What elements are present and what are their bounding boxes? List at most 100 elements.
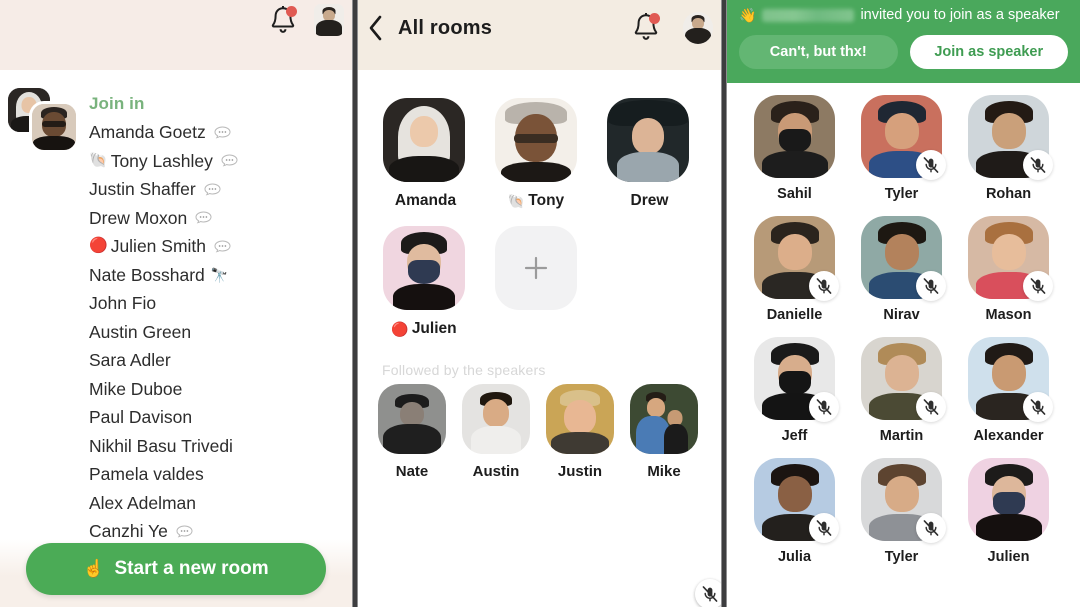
speaker-avatar[interactable] bbox=[383, 98, 465, 182]
speaker-tile[interactable]: 🔴 Julien bbox=[368, 226, 721, 607]
follower-tile[interactable]: Mike bbox=[622, 384, 706, 480]
participant-tile[interactable]: Nirav bbox=[848, 216, 955, 323]
bell-icon[interactable] bbox=[631, 11, 661, 45]
member-row[interactable]: Pamela valdes bbox=[89, 460, 346, 489]
member-row[interactable]: Justin Shaffer bbox=[89, 175, 346, 204]
participant-avatar[interactable] bbox=[861, 95, 946, 180]
participant-tile[interactable]: Sahil bbox=[741, 95, 848, 202]
participant-tile[interactable]: Julia bbox=[741, 458, 848, 565]
room-avatar-2 bbox=[32, 104, 76, 150]
hallway-member-list: Join in Amanda Goetz 🐚 Tony Lashley Justin … bbox=[89, 90, 346, 546]
decline-invite-button[interactable]: Can't, but thx! bbox=[739, 35, 898, 69]
member-row[interactable]: Austin Green bbox=[89, 318, 346, 347]
member-row[interactable]: Mike Duboe bbox=[89, 375, 346, 404]
follower-name: Nate bbox=[395, 463, 429, 480]
room-avatar-cluster bbox=[4, 88, 82, 152]
participant-name: Alexander bbox=[973, 428, 1044, 444]
participant-name: Tyler bbox=[884, 186, 919, 202]
speaker-tile[interactable]: Drew bbox=[592, 98, 721, 607]
follower-tile[interactable]: Nate bbox=[370, 384, 454, 480]
member-row[interactable]: Nikhil Basu Trivedi bbox=[89, 432, 346, 461]
speaker-name: 🔴 Julien bbox=[391, 320, 456, 338]
muted-mic-icon bbox=[916, 513, 946, 543]
member-row[interactable]: Drew Moxon bbox=[89, 204, 346, 233]
member-name-label: Pamela valdes bbox=[89, 464, 204, 484]
speaker-avatar[interactable] bbox=[495, 98, 577, 182]
participant-tile[interactable]: Tyler bbox=[848, 95, 955, 202]
participant-tile[interactable]: Tyler bbox=[848, 458, 955, 565]
member-row[interactable]: 🐚 Tony Lashley bbox=[89, 147, 346, 176]
muted-mic-icon bbox=[809, 271, 839, 301]
pointing-up-hand-icon: ☝️ bbox=[83, 559, 105, 578]
member-name-label: Mike Duboe bbox=[89, 378, 183, 399]
speaker-avatar[interactable] bbox=[607, 98, 689, 182]
speaker-tile[interactable]: 🐚 Tony bbox=[480, 98, 592, 210]
participant-avatar[interactable] bbox=[754, 95, 835, 178]
chat-bubble-icon bbox=[214, 126, 231, 139]
participant-avatar[interactable] bbox=[754, 458, 839, 543]
avatar[interactable] bbox=[314, 4, 344, 36]
participant-tile[interactable]: Jeff bbox=[741, 337, 848, 444]
participants-grid: Sahil Tyler Rohan Danielle Nirav Mason Jeff Mar… bbox=[727, 83, 1080, 579]
participant-tile[interactable]: Mason bbox=[955, 216, 1062, 323]
follower-avatar[interactable] bbox=[462, 384, 530, 454]
participant-avatar[interactable] bbox=[968, 458, 1049, 541]
member-name-label: Alex Adelman bbox=[89, 492, 197, 513]
participant-avatar[interactable] bbox=[968, 337, 1053, 422]
muted-mic-icon bbox=[1023, 271, 1053, 301]
participant-avatar[interactable] bbox=[968, 216, 1053, 301]
speaker-avatar[interactable] bbox=[383, 226, 465, 310]
page-title: All rooms bbox=[398, 16, 493, 39]
member-row[interactable]: John Fio bbox=[89, 289, 346, 318]
waving-hand-icon: 👋 bbox=[739, 7, 757, 23]
participant-tile[interactable]: Danielle bbox=[741, 216, 848, 323]
member-row[interactable]: Amanda Goetz bbox=[89, 118, 346, 147]
inviter-name-redacted bbox=[762, 8, 855, 22]
participant-avatar[interactable] bbox=[754, 337, 839, 422]
notification-dot bbox=[649, 13, 660, 24]
participant-avatar[interactable] bbox=[861, 337, 946, 422]
participant-avatar[interactable] bbox=[754, 216, 839, 301]
member-row[interactable]: Paul Davison bbox=[89, 403, 346, 432]
invite-actions: Can't, but thx! Join as speaker bbox=[739, 35, 1068, 69]
join-in-label: Join in bbox=[89, 94, 145, 113]
member-row[interactable]: Canzhi Ye bbox=[89, 517, 346, 546]
member-name-label: Austin Green bbox=[89, 321, 192, 342]
member-row[interactable]: 🔴 Julien Smith bbox=[89, 232, 346, 261]
speaker-tile[interactable]: Amanda bbox=[368, 98, 480, 210]
speaker-emoji: 🐚 bbox=[507, 192, 526, 209]
participant-tile[interactable]: Alexander bbox=[955, 337, 1062, 444]
follower-avatar[interactable] bbox=[630, 384, 698, 454]
member-row[interactable]: Sara Adler bbox=[89, 346, 346, 375]
follower-name: Mike bbox=[647, 463, 681, 480]
start-a-new-room-button[interactable]: ☝️ Start a new room bbox=[26, 543, 326, 595]
avatar[interactable] bbox=[683, 12, 713, 44]
member-name-label: Justin Shaffer bbox=[89, 179, 196, 199]
follower-tile[interactable]: Austin bbox=[454, 384, 538, 480]
mid-topbar: All rooms bbox=[358, 0, 721, 70]
follower-tile[interactable]: Justin bbox=[538, 384, 622, 480]
invite-message: 👋 invited you to join as a speaker bbox=[739, 4, 1068, 26]
member-emoji-suffix: 🔭 bbox=[210, 266, 229, 283]
participant-tile[interactable]: Julien bbox=[955, 458, 1062, 565]
follower-avatar[interactable] bbox=[378, 384, 446, 454]
phone-screen-room: All rooms Amanda 🐚 Tony Drew 🔴 Julien Fo… bbox=[358, 0, 721, 607]
participant-tile[interactable]: Martin bbox=[848, 337, 955, 444]
member-name-rows: Amanda Goetz 🐚 Tony Lashley Justin Shaffer D… bbox=[89, 118, 346, 546]
participant-avatar[interactable] bbox=[968, 95, 1053, 180]
empty-tile bbox=[592, 226, 704, 338]
muted-mic-icon bbox=[1023, 392, 1053, 422]
member-row[interactable]: Alex Adelman bbox=[89, 489, 346, 518]
participant-avatar[interactable] bbox=[861, 458, 946, 543]
add-person-button[interactable] bbox=[495, 226, 577, 310]
join-as-speaker-button[interactable]: Join as speaker bbox=[909, 35, 1068, 69]
speaker-name-label: Julien bbox=[411, 320, 457, 337]
follower-avatar[interactable] bbox=[546, 384, 614, 454]
bell-icon[interactable] bbox=[268, 4, 298, 38]
member-row[interactable]: Nate Bosshard 🔭 bbox=[89, 261, 346, 290]
participant-avatar[interactable] bbox=[861, 216, 946, 301]
add-speaker-tile[interactable] bbox=[480, 226, 592, 338]
chevron-left-icon[interactable] bbox=[368, 14, 390, 42]
member-name-label: Paul Davison bbox=[89, 407, 193, 427]
participant-tile[interactable]: Rohan bbox=[955, 95, 1062, 202]
